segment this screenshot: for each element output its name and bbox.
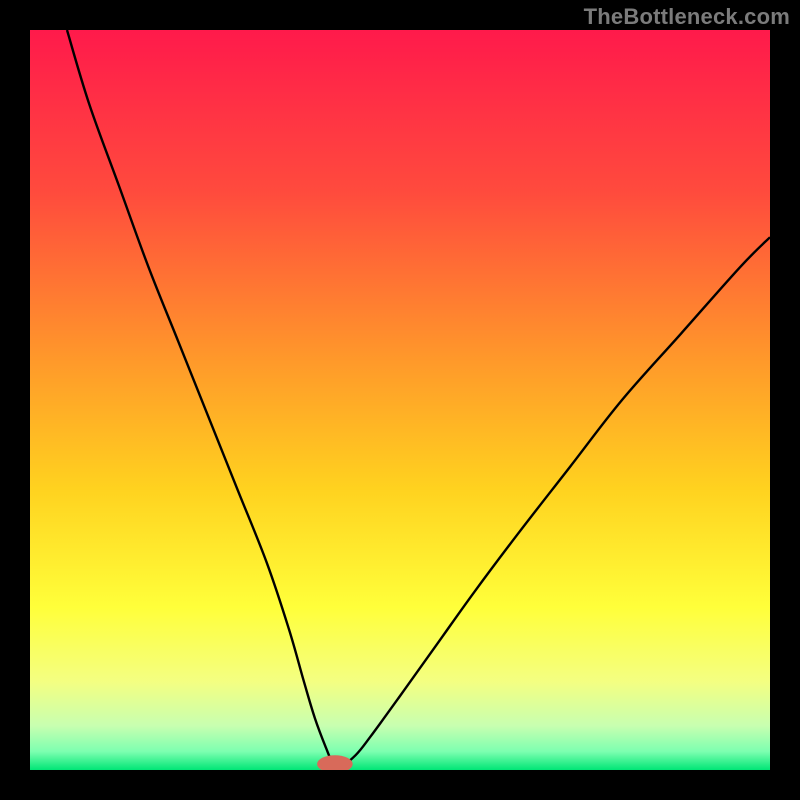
watermark-text: TheBottleneck.com — [584, 4, 790, 30]
gradient-background — [30, 30, 770, 770]
chart-frame: TheBottleneck.com — [0, 0, 800, 800]
bottleneck-chart — [30, 30, 770, 770]
